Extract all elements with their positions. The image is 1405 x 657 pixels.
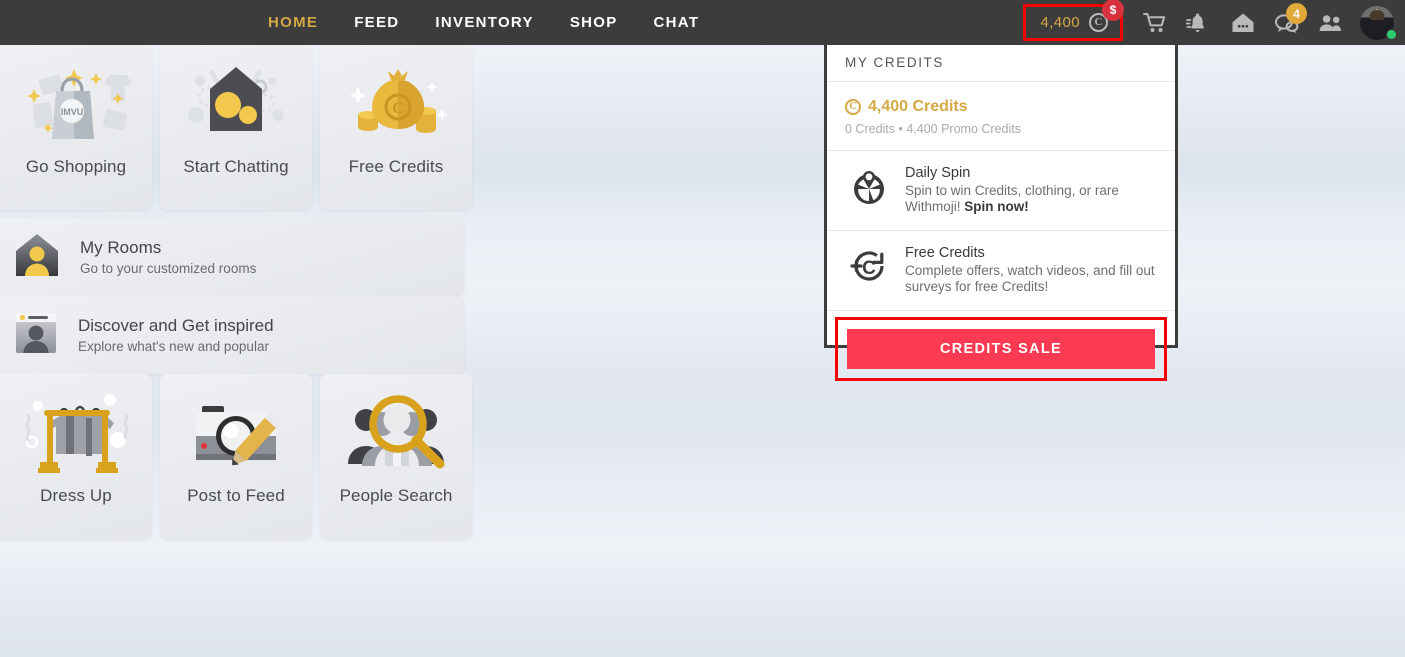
avatar-button[interactable] (1355, 0, 1399, 45)
top-navigation-bar: HOME FEED INVENTORY SHOP CHAT 4,400 $ (0, 0, 1405, 45)
home-tiles: IMVU Go Shopping Start Chatting C Free C… (0, 45, 472, 547)
money-bag-icon: C (320, 45, 472, 157)
people-search-icon (320, 374, 472, 486)
svg-text:IMVU: IMVU (61, 107, 84, 117)
messages-badge: 4 (1286, 3, 1307, 24)
tile-label: Free Credits (348, 157, 444, 176)
panel-row-free-credits[interactable]: C Free Credits Complete offers, watch vi… (827, 231, 1175, 311)
dollar-badge: $ (1102, 0, 1124, 21)
svg-text:C: C (392, 100, 404, 117)
panel-row-daily-spin[interactable]: Daily Spin Spin to win Credits, clothing… (827, 151, 1175, 231)
tile-go-shopping[interactable]: IMVU Go Shopping (0, 45, 152, 210)
clothing-rack-icon (0, 374, 152, 486)
online-status-dot (1386, 29, 1397, 40)
credits-coin-icon (845, 99, 861, 115)
tile-row-3: Dress Up Post to Feed People Search (0, 374, 472, 539)
panel-row-desc-strong[interactable]: Spin now! (964, 199, 1029, 214)
nav-link-home[interactable]: HOME (268, 14, 318, 31)
shopping-bag-icon: IMVU (0, 45, 152, 157)
discover-card-icon (14, 311, 58, 360)
nav-links: HOME FEED INVENTORY SHOP CHAT (268, 14, 699, 31)
balance-breakdown-label: 0 Credits • 4,400 Promo Credits (845, 122, 1021, 136)
tile-dress-up[interactable]: Dress Up (0, 374, 152, 539)
chat-house-icon (160, 45, 312, 157)
tile-title: Discover and Get inspired (78, 316, 274, 335)
tile-label: People Search (339, 486, 453, 505)
panel-row-desc: Spin to win Credits, clothing, or rare W… (905, 183, 1157, 216)
tile-post-to-feed[interactable]: Post to Feed (160, 374, 312, 539)
panel-row-title: Free Credits (905, 244, 985, 261)
tile-label: Post to Feed (187, 486, 285, 505)
panel-row-text: Daily Spin Spin to win Credits, clothing… (905, 165, 1157, 216)
camera-pencil-icon (160, 374, 312, 486)
balance-row: 4,400 Credits (845, 98, 1157, 116)
tile-label: Go Shopping (25, 157, 127, 176)
nav-link-feed[interactable]: FEED (354, 14, 399, 31)
nav-link-chat[interactable]: CHAT (654, 14, 700, 31)
tile-text: Discover and Get inspired Explore what's… (78, 316, 274, 354)
tile-people-search-icon-wrap[interactable]: People Search (320, 374, 472, 539)
panel-row-text: Free Credits Complete offers, watch vide… (905, 245, 1157, 296)
credits-balance-block: 4,400 Credits 0 Credits • 4,400 Promo Cr… (827, 82, 1175, 151)
tile-my-rooms[interactable]: My Rooms Go to your customized rooms (0, 218, 464, 296)
my-credits-panel: MY CREDITS 4,400 Credits 0 Credits • 4,4… (824, 41, 1178, 381)
tile-row-1: IMVU Go Shopping Start Chatting C Free C… (0, 45, 472, 210)
credits-balance-button[interactable]: 4,400 $ (1023, 0, 1124, 41)
tile-text: My Rooms Go to your customized rooms (80, 238, 256, 276)
nav-link-shop[interactable]: SHOP (570, 14, 618, 31)
bell-icon[interactable] (1177, 0, 1221, 45)
tile-subtitle: Go to your customized rooms (80, 261, 257, 276)
tile-free-credits[interactable]: C Free Credits (320, 45, 472, 210)
credits-sale-highlight: CREDITS SALE (835, 316, 1167, 381)
panel-row-desc: Complete offers, watch videos, and fill … (905, 262, 1155, 295)
cart-icon[interactable] (1133, 0, 1177, 45)
nav-right-cluster: 4,400 $ (1023, 0, 1399, 45)
credits-amount-label: 4,400 (1040, 14, 1080, 31)
messages-icon[interactable]: 4 (1265, 0, 1309, 45)
tile-subtitle: Explore what's new and popular (78, 339, 269, 354)
free-credits-icon: C (849, 245, 889, 284)
panel-header: MY CREDITS (827, 44, 1175, 82)
tile-label: Start Chatting (183, 157, 289, 176)
tile-label: Dress Up (40, 486, 112, 505)
daily-spin-icon (849, 165, 889, 206)
tile-title: My Rooms (80, 238, 162, 257)
credits-sale-button[interactable]: CREDITS SALE (847, 328, 1155, 369)
friends-icon[interactable] (1309, 0, 1353, 45)
svg-text:C: C (862, 258, 876, 279)
rooms-avatar-icon (14, 232, 60, 283)
panel-row-title: Daily Spin (905, 165, 971, 181)
tile-discover[interactable]: Discover and Get inspired Explore what's… (0, 296, 464, 374)
balance-amount-label: 4,400 Credits (868, 98, 968, 115)
tile-start-chatting[interactable]: Start Chatting (160, 45, 312, 210)
nav-link-inventory[interactable]: INVENTORY (435, 14, 533, 31)
home-chat-icon[interactable] (1221, 0, 1265, 45)
